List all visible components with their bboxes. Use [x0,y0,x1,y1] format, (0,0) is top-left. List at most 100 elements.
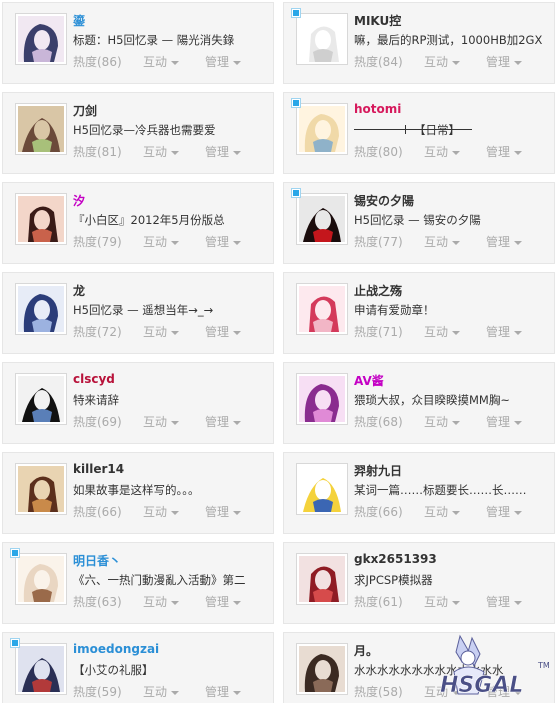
avatar[interactable] [296,283,348,335]
user-name-link[interactable]: killer14 [73,462,124,476]
user-name-link[interactable]: 刀剑 [73,102,97,119]
thread-title-link[interactable]: 嘛，最后的RP测试，1000HB加2GX [354,32,550,48]
manage-dropdown[interactable]: 管理 [205,235,242,249]
thread-title-link[interactable]: 【小艾の礼服】 [73,662,269,678]
user-name-link[interactable]: AV酱 [354,372,384,389]
user-name-link[interactable]: 明日香丶 [73,552,121,569]
interact-dropdown[interactable]: 互动 [424,413,486,430]
avatar[interactable] [296,643,348,695]
manage-dropdown[interactable]: 管理 [486,145,523,159]
interact-dropdown[interactable]: 互动 [424,503,486,520]
chevron-down-icon [452,420,461,425]
thread-card[interactable]: imoedongzai 【小艾の礼服】 热度(59) 互动 管理 [2,632,274,703]
thread-card[interactable]: 止战之殇 申请有爱勋章！ 热度(71) 互动 管理 [283,272,555,354]
thread-card[interactable]: 明日香丶 《六、一热门動漫亂入活動》第二 热度(63) 互动 管理 [2,542,274,624]
interact-label: 互动 [143,685,168,699]
manage-dropdown[interactable]: 管理 [205,55,242,69]
thread-title-link[interactable]: 《六、一热门動漫亂入活動》第二 [73,572,269,588]
thread-card[interactable]: 汐『小白区』2012年5月份版总 热度(79) 互动 管理 [2,182,274,264]
user-name-link[interactable]: 止战之殇 [354,282,402,299]
manage-dropdown[interactable]: 管理 [486,325,523,339]
manage-dropdown[interactable]: 管理 [486,415,523,429]
avatar[interactable] [15,463,67,515]
interact-dropdown[interactable]: 互动 [143,593,205,610]
manage-dropdown[interactable]: 管理 [486,55,523,69]
thread-title-link[interactable]: H5回忆录—冷兵器也需要爱 [73,122,269,138]
avatar[interactable] [296,463,348,515]
interact-dropdown[interactable]: 互动 [143,53,205,70]
thread-card[interactable]: hotomi 【日常】 热度(80) 互动 管理 [283,92,555,174]
interact-label: 互动 [143,55,168,69]
manage-dropdown[interactable]: 管理 [205,685,242,699]
avatar[interactable] [296,103,348,155]
manage-dropdown[interactable]: 管理 [205,325,242,339]
interact-dropdown[interactable]: 互动 [143,683,205,700]
thread-card[interactable]: AV酱猥琐大叔，众目睽睽摸MM胸~ 热度(68) 互动 管理 [283,362,555,444]
user-name-link[interactable]: 锡安の夕陽 [354,192,414,209]
heat-count: 热度(58) [354,685,403,699]
manage-dropdown[interactable]: 管理 [486,505,523,519]
avatar[interactable] [15,13,67,65]
user-name-link[interactable]: hotomi [354,102,401,116]
thread-card[interactable]: 刀剑 H5回忆录—冷兵器也需要爱 热度(81) 互动 管理 [2,92,274,174]
user-name-link[interactable]: imoedongzai [73,642,159,656]
thread-card[interactable]: gkx2651393 求JPCSP模拟器 热度(61) 互动 管理 [283,542,555,624]
heat-count: 热度(68) [354,415,403,429]
user-name-link[interactable]: 汐 [73,192,85,209]
interact-dropdown[interactable]: 互动 [424,323,486,340]
user-name-link[interactable]: gkx2651393 [354,552,437,566]
manage-dropdown[interactable]: 管理 [205,505,242,519]
user-name-link[interactable]: clscyd [73,372,115,386]
avatar[interactable] [15,643,67,695]
interact-dropdown[interactable]: 互动 [143,233,205,250]
interact-dropdown[interactable]: 互动 [424,53,486,70]
avatar[interactable] [15,103,67,155]
thread-title-link[interactable]: 申请有爱勋章！ [354,302,550,318]
avatar[interactable] [15,193,67,245]
avatar[interactable] [296,553,348,605]
heat-count: 热度(59) [73,685,122,699]
thread-title-link[interactable]: 特来请辞 [73,392,269,408]
interact-dropdown[interactable]: 互动 [424,593,486,610]
thread-card[interactable]: clscyd 特来请辞 热度(69) 互动 管理 [2,362,274,444]
user-name-link[interactable]: 鎏 [73,12,85,29]
avatar[interactable] [296,373,348,425]
manage-dropdown[interactable]: 管理 [486,595,523,609]
thread-title-link[interactable]: 『小白区』2012年5月份版总 [73,212,269,228]
thread-card[interactable]: MIKU控 嘛，最后的RP测试，1000HB加2GX 热度(84) 互动 管理 [283,2,555,84]
interact-dropdown[interactable]: 互动 [424,143,486,160]
avatar[interactable] [296,13,348,65]
thread-title-link[interactable]: 标题：H5回忆录 — 陽光消失錄 [73,32,269,48]
thread-title-link[interactable]: 【日常】 [414,122,460,138]
thread-card[interactable]: 锡安の夕陽 H5回忆录 — 锡安の夕陽 热度(77) 互动 管理 [283,182,555,264]
chevron-down-icon [171,420,180,425]
thread-title-link[interactable]: H5回忆录 — 锡安の夕陽 [354,212,550,228]
thread-card[interactable]: 羿射九日 某词一篇……标题要长……长…… 热度(66) 互动 管理 [283,452,555,534]
thread-card[interactable]: killer14 如果故事是这样写的。。。 热度(66) 互动 管理 [2,452,274,534]
manage-dropdown[interactable]: 管理 [205,415,242,429]
interact-dropdown[interactable]: 互动 [143,323,205,340]
user-name-link[interactable]: 龙 [73,282,85,299]
avatar[interactable] [296,193,348,245]
user-name-link[interactable]: 月。 [354,642,378,659]
thread-card[interactable]: 龙 H5回忆录 — 遥想当年→_→ 热度(72) 互动 管理 [2,272,274,354]
manage-dropdown[interactable]: 管理 [205,145,242,159]
thread-title-link[interactable]: H5回忆录 — 遥想当年→_→ [73,302,269,318]
avatar[interactable] [15,373,67,425]
thread-title-link[interactable]: 某词一篇……标题要长……长…… [354,482,550,498]
thread-title-link[interactable]: 猥琐大叔，众目睽睽摸MM胸~ [354,392,550,408]
interact-dropdown[interactable]: 互动 [143,143,205,160]
manage-dropdown[interactable]: 管理 [486,235,523,249]
user-name-link[interactable]: 羿射九日 [354,462,402,479]
interact-dropdown[interactable]: 互动 [143,413,205,430]
avatar[interactable] [15,553,67,605]
thread-title-link[interactable]: 求JPCSP模拟器 [354,572,550,588]
thread-card[interactable]: 鎏标题：H5回忆录 — 陽光消失錄 热度(86) 互动 管理 [2,2,274,84]
thread-title-link[interactable]: 如果故事是这样写的。。。 [73,482,269,498]
avatar-image [299,106,345,152]
user-name-link[interactable]: MIKU控 [354,12,401,29]
avatar[interactable] [15,283,67,335]
manage-dropdown[interactable]: 管理 [205,595,242,609]
interact-dropdown[interactable]: 互动 [143,503,205,520]
interact-dropdown[interactable]: 互动 [424,233,486,250]
